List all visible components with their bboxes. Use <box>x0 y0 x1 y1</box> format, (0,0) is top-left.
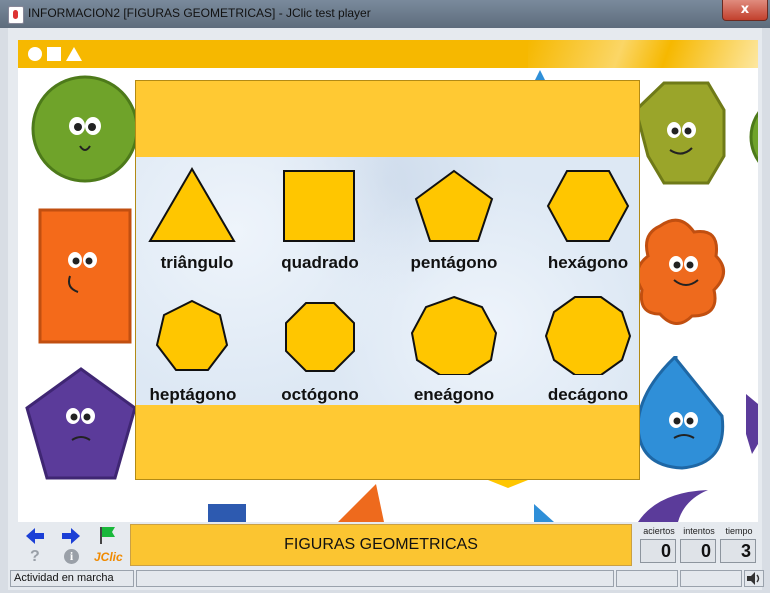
triangle-mark-icon <box>66 47 82 61</box>
shape-square: quadrado <box>260 163 380 283</box>
octagon-icon <box>285 302 355 372</box>
shape-decagon: decágono <box>528 295 648 415</box>
green-circle-partial-icon <box>749 111 758 163</box>
shape-label: heptágono <box>149 385 237 404</box>
shape-heptagon: heptágono <box>136 295 256 415</box>
window-title: INFORMACION2 [FIGURAS GEOMETRICAS] - JCl… <box>28 6 371 20</box>
status-progress <box>136 570 614 587</box>
circle-icon <box>28 47 42 61</box>
info-icon: i <box>69 549 74 563</box>
square-mark-icon <box>47 47 61 61</box>
title-bar: INFORMACION2 [FIGURAS GEOMETRICAS] - JCl… <box>0 0 770 28</box>
status-bar: Actividad en marcha <box>10 569 766 589</box>
counter-intentos: intentos 0 <box>680 522 718 566</box>
counter-aciertos: aciertos 0 <box>640 522 678 566</box>
decorative-banner <box>528 40 758 68</box>
orange-cloud-character-icon <box>640 218 725 325</box>
flag-icon[interactable] <box>98 526 116 544</box>
shape-label: hexágono <box>547 253 629 272</box>
shape-label: eneágono <box>413 385 495 404</box>
pentagon-icon <box>414 169 494 242</box>
counter-value: 0 <box>680 539 716 563</box>
shape-triangle: triângulo <box>142 163 262 283</box>
help-button[interactable]: ? <box>30 548 40 566</box>
bottom-decor-shapes-icon <box>208 480 708 522</box>
purple-shape-partial-icon <box>746 394 758 454</box>
shape-label: quadrado <box>281 253 359 272</box>
green-circle-character-icon <box>31 75 139 183</box>
olive-octagon-character-icon <box>636 81 726 185</box>
triangle-icon <box>148 167 236 242</box>
status-text: Actividad en marcha <box>10 570 134 587</box>
shape-hexagon: hexágono <box>528 163 648 283</box>
shape-label: octógono <box>281 385 359 404</box>
counter-value: 3 <box>720 539 756 563</box>
status-segment <box>680 570 742 587</box>
player-controls: ? i JClic FIGURAS GEOMETRICAS aciertos 0… <box>18 522 758 568</box>
decagon-icon <box>544 296 632 375</box>
close-button[interactable]: x <box>722 0 768 21</box>
blue-drop-character-icon <box>636 356 725 470</box>
shape-pentagon: pentágono <box>394 163 514 283</box>
arrow-right-icon[interactable] <box>62 528 80 544</box>
orange-rectangle-character-icon <box>38 208 132 344</box>
counter-value: 0 <box>640 539 676 563</box>
square-icon <box>283 170 355 242</box>
hexagon-icon <box>546 170 630 242</box>
sound-toggle[interactable] <box>744 570 764 587</box>
shape-label: triângulo <box>160 253 234 272</box>
speaker-icon <box>747 572 760 585</box>
counter-tiempo: tiempo 3 <box>720 522 758 566</box>
counter-label: tiempo <box>725 526 753 536</box>
shape-octagon: octógono <box>260 295 380 415</box>
top-band <box>18 40 758 68</box>
arrow-left-icon[interactable] <box>26 528 44 544</box>
shape-label: decágono <box>547 385 629 404</box>
shapes-info-window: triângulo quadrado pentágono hexágono he… <box>135 80 640 480</box>
status-segment <box>616 570 678 587</box>
heptagon-icon <box>155 299 229 371</box>
shape-label: pentágono <box>410 253 498 272</box>
jclic-brand-button[interactable]: JClic <box>94 550 123 564</box>
java-app-icon <box>8 6 24 24</box>
purple-pentagon-character-icon <box>25 367 137 480</box>
shape-nonagon: eneágono <box>394 295 514 415</box>
message-box: FIGURAS GEOMETRICAS <box>130 524 632 566</box>
nonagon-icon <box>410 295 498 375</box>
shapes-panel: triângulo quadrado pentágono hexágono he… <box>136 157 639 405</box>
info-button[interactable]: i <box>64 549 79 564</box>
